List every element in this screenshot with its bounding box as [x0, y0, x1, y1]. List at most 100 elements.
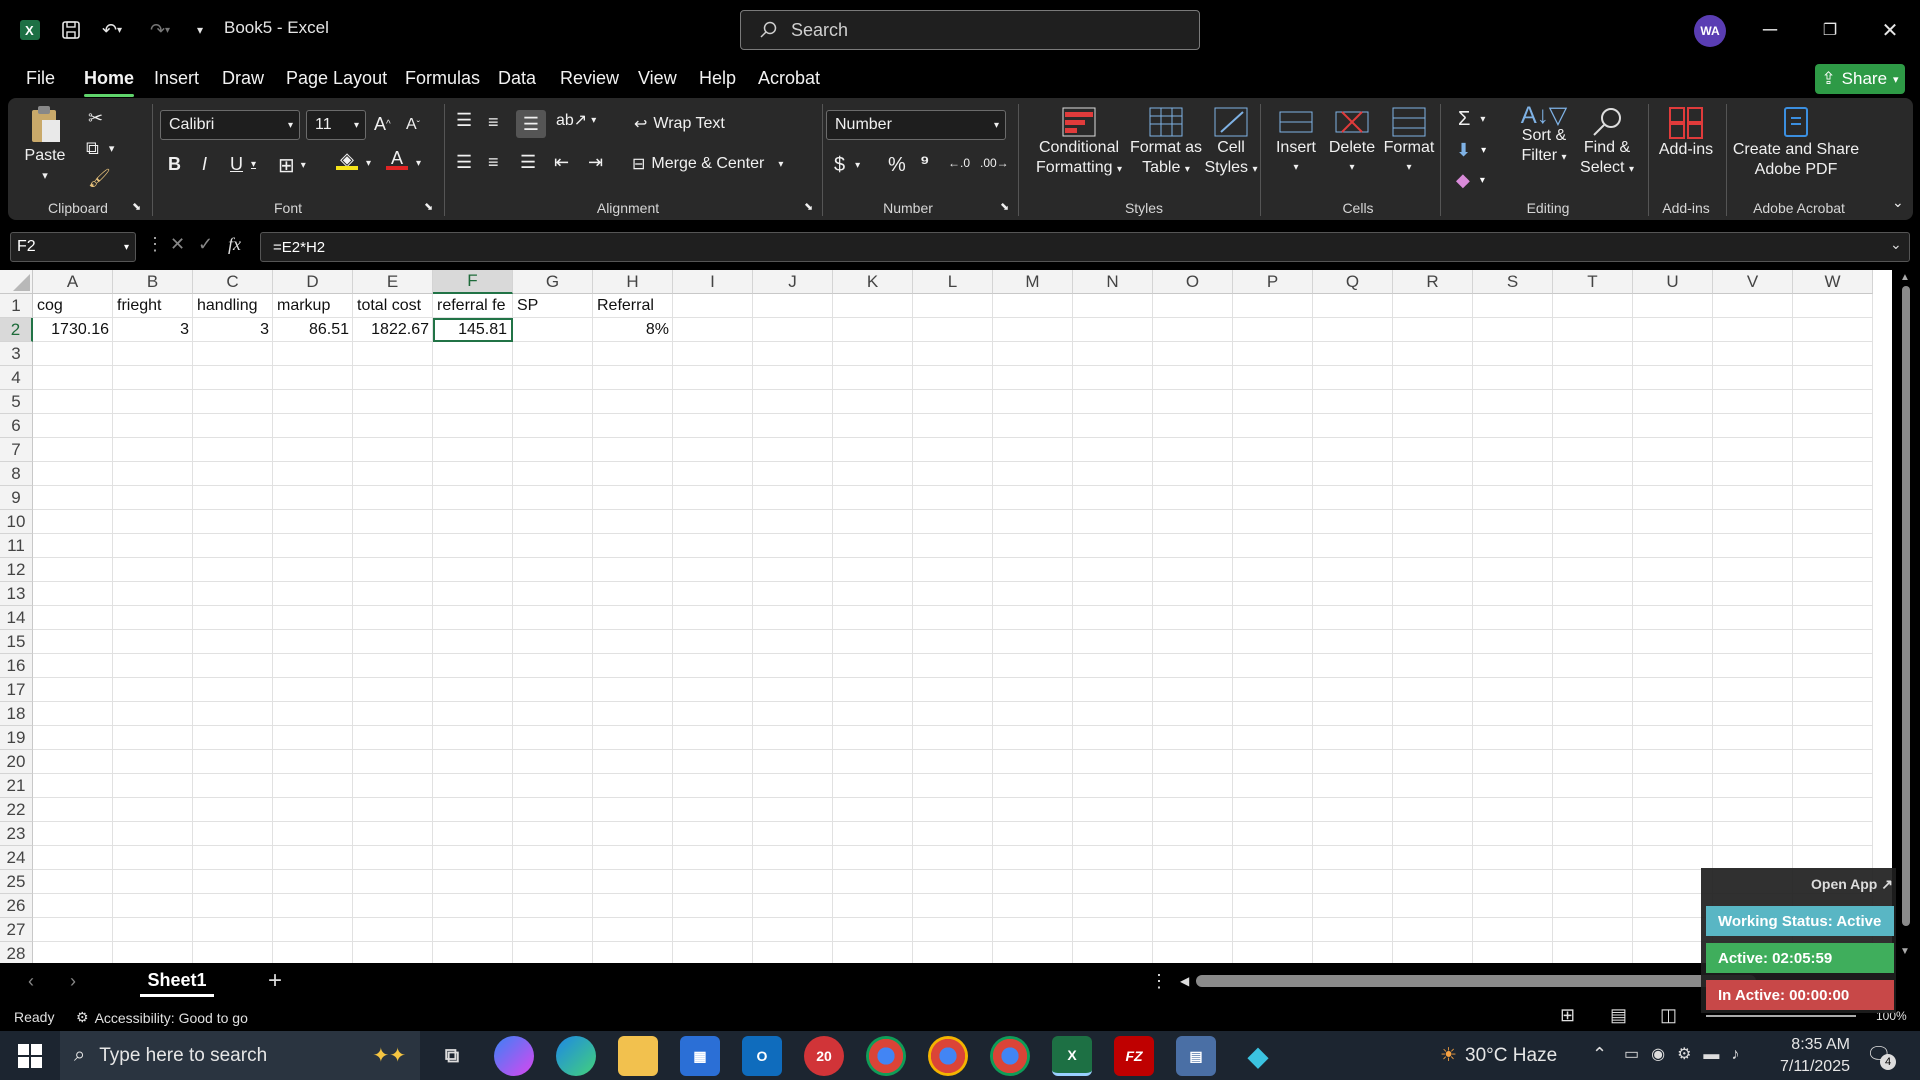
undo-icon[interactable]: ↶ ▾: [92, 15, 132, 45]
autosum-icon[interactable]: Σ ▾: [1458, 108, 1485, 131]
number-launcher-icon[interactable]: ⬊: [1000, 200, 1009, 213]
column-header-n[interactable]: N: [1073, 270, 1153, 294]
row-header-19[interactable]: 19: [0, 726, 33, 750]
avatar[interactable]: WA: [1694, 15, 1726, 47]
excel-taskbar-icon[interactable]: X: [1052, 1036, 1092, 1076]
increase-decimal-icon[interactable]: ←.0: [948, 156, 970, 170]
font-launcher-icon[interactable]: ⬊: [424, 200, 433, 213]
cell-h1[interactable]: Referral: [593, 294, 673, 318]
worksheet-grid[interactable]: A B C D E F G H I J K L M N O P Q R S T U V W 1 2 3 4 5 6 7 8 9 10 11 12 13…: [0, 270, 1892, 963]
scroll-thumb[interactable]: [1902, 286, 1910, 926]
row-header-16[interactable]: 16: [0, 654, 33, 678]
delete-cells-button[interactable]: Delete ▾: [1326, 106, 1378, 178]
align-right-icon[interactable]: ☰: [520, 152, 536, 173]
format-painter-icon[interactable]: 🖌: [88, 168, 111, 189]
open-app-link[interactable]: Open App ↗: [1811, 876, 1893, 893]
copilot-app-icon[interactable]: [494, 1036, 534, 1076]
comma-icon[interactable]: ⁹: [920, 152, 930, 175]
percent-icon[interactable]: %: [888, 154, 906, 177]
scroll-up-icon[interactable]: ▲: [1900, 272, 1910, 283]
accessibility-status[interactable]: ⚙ Accessibility: Good to go: [76, 1009, 248, 1026]
row-header-4[interactable]: 4: [0, 366, 33, 390]
merge-center-button[interactable]: ⊟ Merge & Center ▾: [632, 154, 783, 174]
cell-g1[interactable]: SP: [513, 294, 593, 318]
confirm-entry-icon[interactable]: ✓: [198, 234, 213, 255]
next-sheet-icon[interactable]: ›: [70, 971, 76, 992]
customize-toolbar-icon[interactable]: ▾: [190, 15, 210, 45]
find-select-button[interactable]: Find & Select ▾: [1572, 106, 1642, 180]
row-header-21[interactable]: 21: [0, 774, 33, 798]
column-header-i[interactable]: I: [673, 270, 753, 294]
column-header-u[interactable]: U: [1633, 270, 1713, 294]
row-header-14[interactable]: 14: [0, 606, 33, 630]
row-header-27[interactable]: 27: [0, 918, 33, 942]
column-header-l[interactable]: L: [913, 270, 993, 294]
cell-e2[interactable]: 1822.67: [353, 318, 433, 342]
copy-icon[interactable]: ⧉ ▾: [86, 138, 114, 159]
row-header-9[interactable]: 9: [0, 486, 33, 510]
menu-home[interactable]: Home: [84, 68, 135, 97]
weather-widget[interactable]: ☀ 30°C Haze: [1440, 1044, 1557, 1067]
bold-button[interactable]: B: [168, 154, 181, 175]
zoom-slider[interactable]: [1706, 1015, 1856, 1017]
menu-help[interactable]: Help: [699, 68, 736, 89]
teams-icon[interactable]: 20: [804, 1036, 844, 1076]
cell-b2[interactable]: 3: [113, 318, 193, 342]
align-center-icon[interactable]: ≡: [488, 152, 499, 173]
prev-sheet-icon[interactable]: ‹: [28, 971, 34, 992]
row-header-1[interactable]: 1: [0, 294, 33, 318]
menu-page-layout[interactable]: Page Layout: [286, 68, 387, 89]
row-header-18[interactable]: 18: [0, 702, 33, 726]
row-header-7[interactable]: 7: [0, 438, 33, 462]
redo-icon[interactable]: ↷ ▾: [140, 15, 180, 45]
align-top-icon[interactable]: ☰: [456, 110, 472, 131]
row-header-13[interactable]: 13: [0, 582, 33, 606]
clock[interactable]: 8:35 AM 7/11/2025: [1770, 1034, 1850, 1078]
row-header-3[interactable]: 3: [0, 342, 33, 366]
cancel-entry-icon[interactable]: ✕: [170, 234, 185, 255]
column-header-f[interactable]: F: [433, 270, 513, 294]
fill-icon[interactable]: ⬇ ▾: [1456, 140, 1486, 161]
column-header-o[interactable]: O: [1153, 270, 1233, 294]
page-layout-view-icon[interactable]: ▤: [1610, 1005, 1627, 1026]
underline-button[interactable]: U ▾: [230, 154, 256, 175]
paste-button[interactable]: Paste ▾: [22, 104, 68, 186]
outlook-icon[interactable]: O: [742, 1036, 782, 1076]
app-icon-diamond[interactable]: ◆: [1238, 1036, 1278, 1076]
name-box[interactable]: F2 ▾: [10, 232, 136, 262]
column-header-w[interactable]: W: [1793, 270, 1873, 294]
menu-data[interactable]: Data: [498, 68, 536, 89]
column-header-q[interactable]: Q: [1313, 270, 1393, 294]
conditional-formatting-button[interactable]: Conditional Formatting ▾: [1024, 106, 1134, 180]
row-header-17[interactable]: 17: [0, 678, 33, 702]
formula-options-icon[interactable]: ⋮: [146, 234, 164, 255]
column-header-k[interactable]: K: [833, 270, 913, 294]
decrease-decimal-icon[interactable]: .00→: [980, 156, 1009, 170]
collapse-ribbon-icon[interactable]: ⌄: [1892, 194, 1904, 211]
page-break-view-icon[interactable]: ◫: [1660, 1005, 1677, 1026]
font-size-select[interactable]: 11 ▾: [306, 110, 366, 140]
row-header-23[interactable]: 23: [0, 822, 33, 846]
column-header-e[interactable]: E: [353, 270, 433, 294]
row-header-25[interactable]: 25: [0, 870, 33, 894]
row-header-26[interactable]: 26: [0, 894, 33, 918]
fill-color-dropdown-icon[interactable]: ▾: [366, 158, 371, 169]
menu-review[interactable]: Review: [560, 68, 619, 89]
cell-e1[interactable]: total cost: [353, 294, 433, 318]
chrome-icon-2[interactable]: [928, 1036, 968, 1076]
align-left-icon[interactable]: ☰: [456, 152, 472, 173]
add-sheet-icon[interactable]: +: [268, 967, 282, 995]
sort-filter-button[interactable]: A↓▽ Sort & Filter ▾: [1514, 104, 1574, 168]
save-icon[interactable]: [56, 15, 86, 45]
column-header-a[interactable]: A: [33, 270, 113, 294]
font-family-select[interactable]: Calibri ▾: [160, 110, 300, 140]
store-icon[interactable]: ▦: [680, 1036, 720, 1076]
wrap-text-button[interactable]: ↩ Wrap Text: [634, 114, 725, 134]
column-header-r[interactable]: R: [1393, 270, 1473, 294]
column-header-c[interactable]: C: [193, 270, 273, 294]
borders-icon[interactable]: ⊞ ▾: [278, 153, 306, 178]
show-hidden-icons[interactable]: ⌃: [1592, 1044, 1607, 1065]
start-button[interactable]: [18, 1044, 42, 1073]
expand-formula-icon[interactable]: ⌄: [1890, 236, 1902, 253]
row-header-15[interactable]: 15: [0, 630, 33, 654]
